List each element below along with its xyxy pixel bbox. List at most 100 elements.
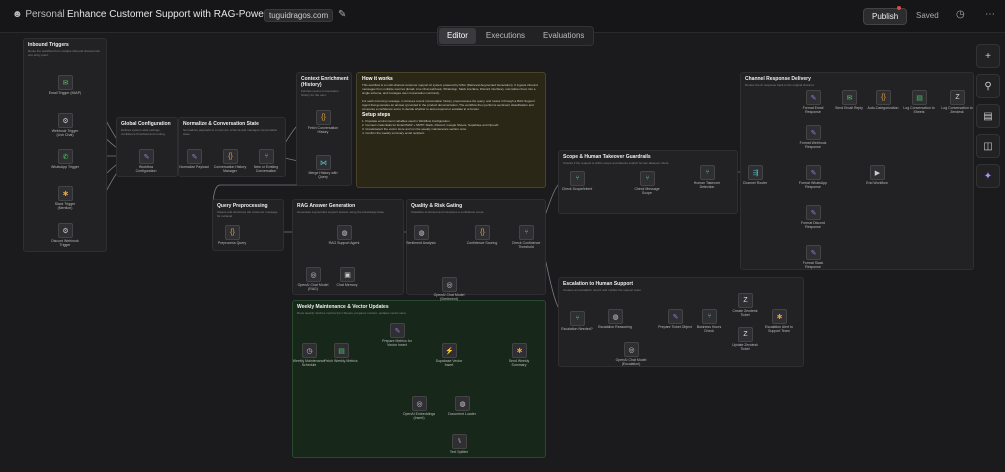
node-label: Slack Trigger (Mention) — [54, 202, 76, 210]
node-label: OpenAI Chat Model (Sentiment) — [433, 293, 465, 301]
group-inbound-triggers[interactable]: Inbound Triggers Route the workflow from… — [23, 38, 107, 252]
fmtwebhook-icon[interactable]: ✎ — [806, 125, 821, 140]
sendsummary-icon[interactable]: ✱ — [512, 343, 527, 358]
node-label: OpenAI Chat Model (Escalation) — [615, 358, 647, 366]
whatsapp-icon[interactable]: ✆ — [58, 149, 73, 164]
node-label: Log Conversation to Zendesk — [941, 106, 973, 114]
openai2-icon[interactable]: ◎ — [442, 277, 457, 292]
slack-icon[interactable]: ✱ — [58, 186, 73, 201]
email-icon[interactable]: ✉ — [58, 75, 73, 90]
escreason-icon[interactable]: ◍ — [608, 309, 623, 324]
node-label: OpenAI Chat Model (RAG) — [297, 283, 329, 291]
group-title: Global Configuration — [121, 121, 171, 127]
group-title: Weekly Maintenance & Vector Updates — [297, 304, 389, 310]
ragagent-icon[interactable]: ◍ — [337, 225, 352, 240]
node-label: Auto-Categorization — [867, 106, 899, 110]
sentiment-icon[interactable]: ◍ — [414, 225, 429, 240]
convhist-icon[interactable]: {} — [223, 149, 238, 164]
note-setup-heading: Setup steps — [362, 112, 391, 118]
fmtdiscord-icon[interactable]: ✎ — [806, 205, 821, 220]
fmtemail-icon[interactable]: ✎ — [806, 90, 821, 105]
group-title: Channel Response Delivery — [745, 76, 811, 82]
wfconfig-icon[interactable]: ✎ — [139, 149, 154, 164]
node-label: Format WhatsApp Response — [798, 181, 828, 189]
textsplit-icon[interactable]: ⑊ — [452, 434, 467, 449]
node-label: RAG Support Agent — [328, 241, 360, 245]
createzd-icon[interactable]: Z — [738, 293, 753, 308]
node-label: Sentiment Analysis — [406, 241, 436, 245]
node-label: Check Scope/Intent — [561, 187, 593, 191]
node-label: Workflow Configuration — [135, 165, 157, 173]
node-label: Send Weekly Summary — [508, 359, 530, 367]
logzendesk-icon[interactable]: Z — [950, 90, 965, 105]
newconv-icon[interactable]: ⑂ — [259, 149, 274, 164]
escneeded-icon[interactable]: ⑂ — [570, 311, 585, 326]
group-description: Classifies sentiment and computes a conf… — [411, 210, 485, 214]
node-label: OpenAI Embeddings (Insert) — [402, 412, 436, 420]
node-label: Merge History with Query — [308, 171, 338, 179]
bizhours-icon[interactable]: ⑂ — [702, 309, 717, 324]
prepvec-icon[interactable]: ✎ — [390, 323, 405, 338]
fmtslack-icon[interactable]: ✎ — [806, 245, 821, 260]
node-label: End Workflow — [866, 181, 888, 185]
group-channel-delivery[interactable]: Channel Response Delivery Routes the AI … — [740, 72, 974, 270]
node-label: Update Zendesk Ticket — [732, 343, 758, 351]
node-label: Conversation History Manager — [213, 165, 247, 173]
takeover-icon[interactable]: ⑂ — [700, 165, 715, 180]
openaiemb-icon[interactable]: ◎ — [412, 396, 427, 411]
group-description: Route the workflow from multiple inbound… — [28, 49, 101, 57]
openai3-icon[interactable]: ◎ — [624, 342, 639, 357]
supavec-icon[interactable]: ⚡ — [442, 343, 457, 358]
node-label: Prepare Metrics for Vector Insert — [382, 339, 412, 347]
docloader-icon[interactable]: ◍ — [455, 396, 470, 411]
group-description: Routes the AI response back to the origi… — [745, 83, 815, 87]
logsheets-icon[interactable]: ▤ — [912, 90, 927, 105]
node-label: Fetch Conversation History — [307, 126, 339, 134]
fmtwhatsapp-icon[interactable]: ✎ — [806, 165, 821, 180]
note-title: How it works — [362, 76, 393, 82]
discord-icon[interactable]: ⚙ — [58, 223, 73, 238]
autocat2-icon[interactable]: {} — [876, 90, 891, 105]
node-label: Webhook Trigger (Live Chat) — [51, 129, 79, 137]
node-label: Format Slack Response — [802, 261, 824, 269]
preprocess-icon[interactable]: {} — [225, 225, 240, 240]
group-description: Runs weekly: fetches metrics from Sheets… — [297, 311, 407, 315]
node-label: Format Discord Response — [801, 221, 825, 229]
webhook-icon[interactable]: ⚙ — [58, 113, 73, 128]
node-label: Discord Webhook Trigger — [51, 239, 79, 247]
weeksched-icon[interactable]: ◷ — [302, 343, 317, 358]
note-how-it-works[interactable]: How it works This workflow is a multi-ch… — [356, 72, 546, 188]
node-label: Format Email Response — [802, 106, 824, 114]
group-description: Creates an escalation record and notifie… — [563, 288, 642, 292]
group-title: RAG Answer Generation — [297, 203, 356, 209]
openai1-icon[interactable]: ◎ — [306, 267, 321, 282]
group-description: Defines system wide settings, confidence… — [121, 128, 166, 136]
msgscope-icon[interactable]: ⑂ — [640, 171, 655, 186]
confscore-icon[interactable]: {} — [475, 225, 490, 240]
node-label: Business Hours Check — [696, 325, 722, 333]
merge-icon[interactable]: ⋈ — [316, 155, 331, 170]
updatezd-icon[interactable]: Z — [738, 327, 753, 342]
chatmem-icon[interactable]: ▣ — [340, 267, 355, 282]
node-label: Channel Router — [742, 181, 768, 185]
fetchweekly-icon[interactable]: ▤ — [334, 343, 349, 358]
group-title: Inbound Triggers — [28, 42, 69, 48]
node-label: Email Trigger (IMAP) — [48, 91, 82, 95]
node-label: Text Splitter — [449, 450, 469, 454]
node-label: Human Takeover Detection — [693, 181, 721, 189]
group-weekly-maintenance[interactable]: Weekly Maintenance & Vector Updates Runs… — [292, 300, 546, 458]
fetchconv-icon[interactable]: {} — [316, 110, 331, 125]
node-label: WhatsApp Trigger — [50, 165, 79, 169]
node-label: Preprocess Query — [217, 241, 247, 245]
confcheck-icon[interactable]: ⑂ — [519, 225, 534, 240]
group-description: Normalizes payloads to a common schema a… — [183, 128, 278, 136]
prepobj-icon[interactable]: ✎ — [668, 309, 683, 324]
normalize-icon[interactable]: ✎ — [187, 149, 202, 164]
group-title: Context Enrichment (History) — [301, 76, 349, 88]
chanrouter-icon[interactable]: ⇶ — [748, 165, 763, 180]
escalert-icon[interactable]: ✱ — [772, 309, 787, 324]
sendemail-icon[interactable]: ✉ — [842, 90, 857, 105]
scopecheck-icon[interactable]: ⑂ — [570, 171, 585, 186]
endflow-icon[interactable]: ▶ — [870, 165, 885, 180]
node-label: Fetch Weekly Metrics — [324, 359, 358, 363]
